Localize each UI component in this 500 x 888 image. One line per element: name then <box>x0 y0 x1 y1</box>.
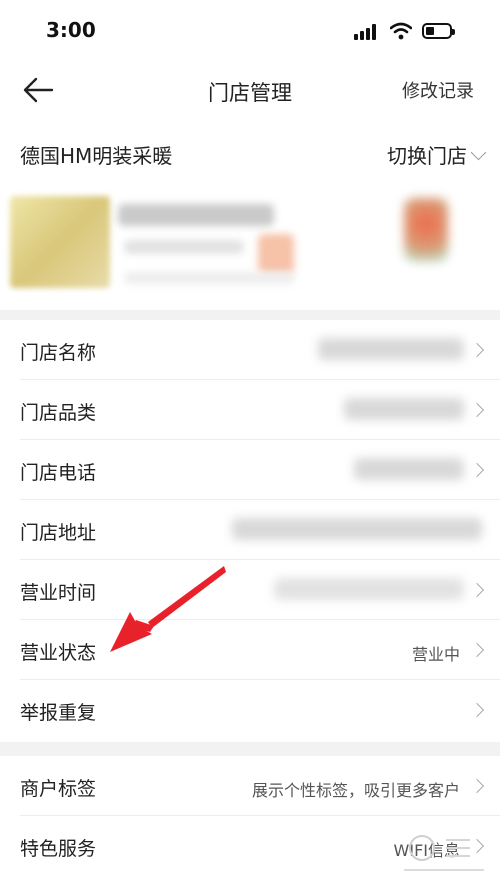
row-label: 特色服务 <box>20 838 97 860</box>
store-name-row[interactable]: 门店名称 <box>0 320 500 380</box>
switch-store-label: 切换门店 <box>387 144 467 168</box>
status-bar: 3:00 <box>0 0 500 60</box>
store-address-row[interactable]: 门店地址 <box>0 500 500 560</box>
store-phone-row[interactable]: 门店电话 <box>0 440 500 500</box>
store-thumbnail <box>10 196 110 288</box>
merchant-tags-row[interactable]: 商户标签 展示个性标签，吸引更多客户 <box>0 756 500 816</box>
blurred-store-title <box>118 204 274 226</box>
chevron-right-icon <box>469 402 485 418</box>
business-status-row[interactable]: 营业状态 营业中 <box>0 620 500 680</box>
blurred-value <box>232 518 482 540</box>
row-label: 举报重复 <box>20 702 97 724</box>
row-label: 门店品类 <box>20 402 97 424</box>
chevron-right-icon <box>469 642 485 658</box>
wifi-icon <box>390 22 412 40</box>
row-label: 商户标签 <box>20 778 97 800</box>
store-bar: 德国HM明装采暖 切换门店 <box>0 120 500 185</box>
nav-header: 门店管理 修改记录 <box>0 60 500 120</box>
store-name: 德国HM明装采暖 <box>20 144 173 168</box>
business-status-value: 营业中 <box>411 645 460 664</box>
battery-icon <box>422 23 455 39</box>
store-category-row[interactable]: 门店品类 <box>0 380 500 440</box>
blurred-store-badge <box>258 234 294 274</box>
store-info-section: 门店名称 门店品类 门店电话 门店地址 营业时间 营业状态 营业中 举报重复 <box>0 320 500 742</box>
chevron-right-icon <box>469 582 485 598</box>
chevron-down-icon <box>470 144 487 161</box>
chevron-right-icon <box>469 778 485 794</box>
store-card[interactable] <box>0 184 500 310</box>
watermark-logo <box>404 835 484 871</box>
row-label: 门店电话 <box>20 462 97 484</box>
switch-store-button[interactable]: 切换门店 <box>387 140 487 169</box>
business-hours-row[interactable]: 营业时间 <box>0 560 500 620</box>
blurred-store-info <box>124 240 244 254</box>
blurred-value <box>274 578 464 600</box>
signal-icon <box>354 24 378 40</box>
chevron-right-icon <box>469 702 485 718</box>
chevron-right-icon <box>469 342 485 358</box>
history-button[interactable]: 修改记录 <box>402 77 474 103</box>
blurred-store-meta <box>124 272 294 284</box>
report-duplicate-row[interactable]: 举报重复 <box>0 680 500 740</box>
status-icons <box>342 22 462 42</box>
chevron-right-icon <box>469 462 485 478</box>
store-logo <box>404 198 448 262</box>
blurred-value <box>354 458 464 480</box>
status-time: 3:00 <box>46 18 96 42</box>
blurred-value <box>344 398 464 420</box>
row-label: 门店地址 <box>20 522 97 544</box>
blurred-value <box>318 338 464 360</box>
merchant-tags-value: 展示个性标签，吸引更多客户 <box>251 781 460 800</box>
row-label: 营业时间 <box>20 582 97 604</box>
row-label: 门店名称 <box>20 342 97 364</box>
row-label: 营业状态 <box>20 642 97 664</box>
